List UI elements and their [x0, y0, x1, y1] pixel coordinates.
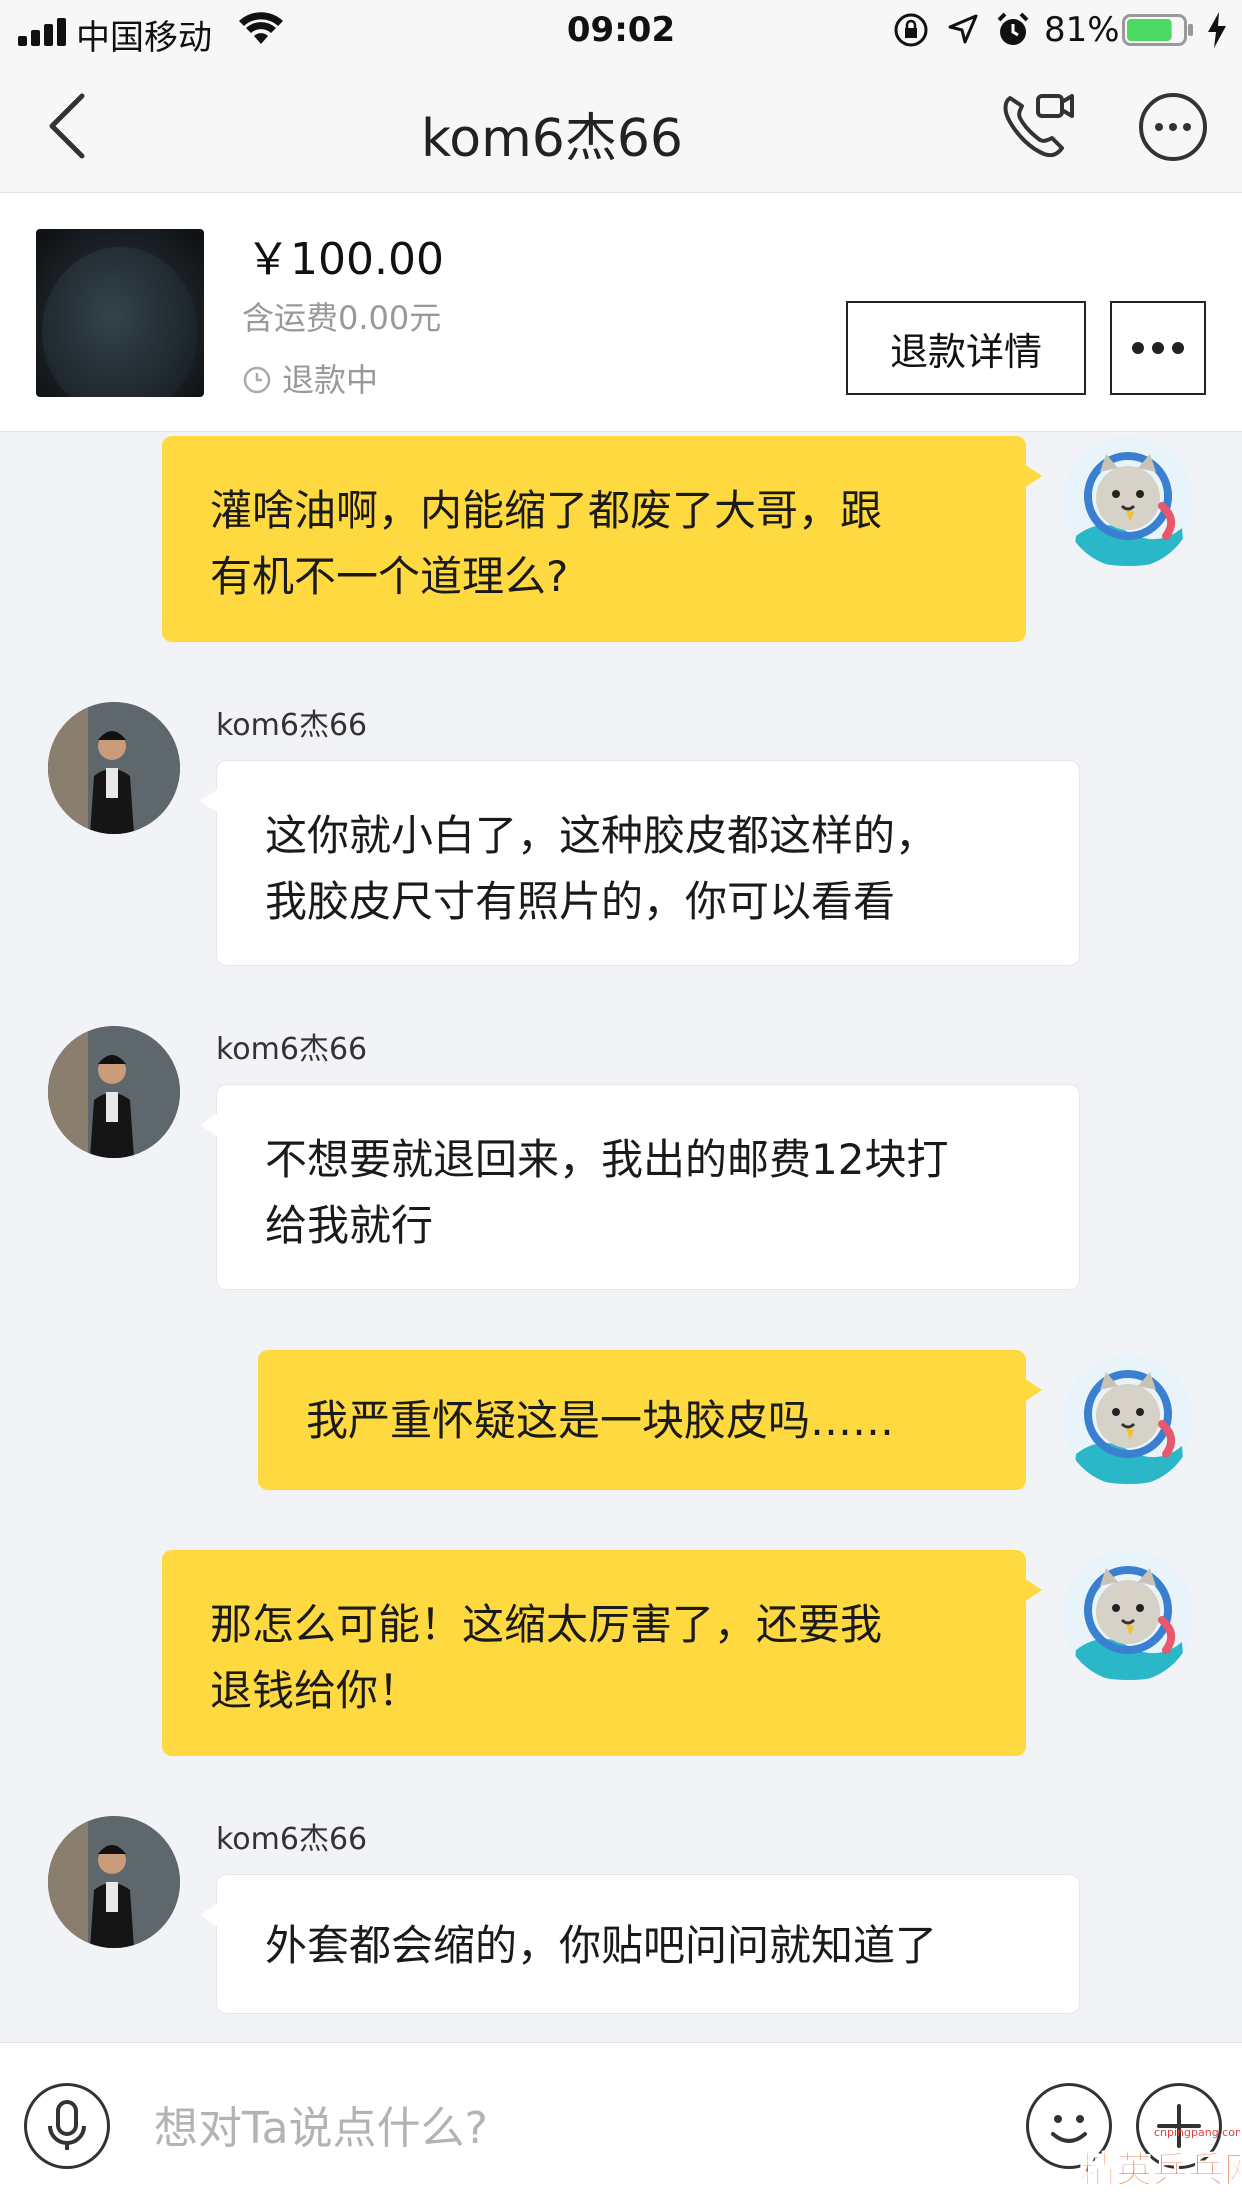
battery-percent: 81%	[1044, 10, 1120, 50]
chat-title: kom6杰66	[421, 109, 683, 169]
message-line: 不想要就退回来，我出的邮费12块打	[265, 1135, 949, 1184]
my-message-bubble[interactable]: 灌啥油啊，内能缩了都废了大哥，跟 有机不一个道理么?	[162, 436, 1042, 642]
message-line: 外套都会缩的，你贴吧问问就知道了	[265, 1921, 938, 1970]
refund-status: 退款中	[242, 355, 378, 401]
person-photo-icon	[48, 702, 180, 834]
message-line: 有机不一个道理么?	[210, 552, 569, 601]
more-dots-icon	[1132, 342, 1184, 354]
charging-bolt-icon	[1208, 12, 1226, 48]
message-input-bar	[0, 2042, 1242, 2208]
chat-header: kom6杰66	[0, 60, 1242, 192]
my-message-bubble[interactable]: 那怎么可能！这缩太厉害了，还要我 退钱给你！	[162, 1550, 1042, 1756]
my-message-bubble[interactable]: 我严重怀疑这是一块胶皮吗……	[258, 1350, 1042, 1490]
battery-icon	[1122, 14, 1193, 46]
message-line: 我严重怀疑这是一块胶皮吗……	[306, 1396, 895, 1445]
cat-avatar-icon	[1062, 436, 1194, 568]
contact-avatar[interactable]	[48, 702, 180, 834]
product-card[interactable]: ￥100.00 含运费0.00元 退款中 退款详情	[0, 192, 1242, 432]
message-line: 这你就小白了，这种胶皮都这样的，	[265, 811, 938, 860]
message-line: 退钱给你！	[210, 1666, 421, 1715]
site-watermark-logo: cnpingpang.com 精英乒乓网	[1080, 2126, 1241, 2192]
phone-video-call-icon[interactable]	[1000, 90, 1074, 160]
person-photo-icon	[48, 1026, 180, 1158]
alarm-clock-icon	[997, 12, 1029, 45]
cat-avatar-icon	[1062, 1550, 1194, 1682]
product-image[interactable]	[36, 229, 204, 397]
contact-avatar[interactable]	[48, 1026, 180, 1158]
watermark-text: 精英乒乓网	[1080, 2150, 1240, 2191]
refund-status-label: 退款中	[282, 361, 379, 399]
cat-avatar-icon	[1062, 1354, 1194, 1486]
my-avatar[interactable]	[1062, 1354, 1194, 1486]
message-line: 灌啥油啊，内能缩了都废了大哥，跟	[210, 486, 883, 535]
person-photo-icon	[48, 1816, 180, 1948]
contact-avatar[interactable]	[48, 1816, 180, 1948]
my-avatar[interactable]	[1062, 436, 1194, 568]
shipping-fee: 含运费0.00元	[242, 299, 442, 337]
refund-detail-button[interactable]: 退款详情	[846, 301, 1086, 395]
contact-message-bubble[interactable]: 不想要就退回来，我出的邮费12块打 给我就行	[200, 1084, 1080, 1290]
my-avatar[interactable]	[1062, 1550, 1194, 1682]
sender-name: kom6杰66	[216, 1822, 368, 1857]
contact-message-bubble[interactable]: 这你就小白了，这种胶皮都这样的， 我胶皮尺寸有照片的，你可以看看	[200, 760, 1080, 966]
more-options-icon[interactable]	[1138, 92, 1208, 162]
message-line: 那怎么可能！这缩太厉害了，还要我	[210, 1600, 883, 1649]
clock-icon	[243, 366, 271, 394]
product-more-button[interactable]	[1110, 301, 1206, 395]
message-line: 给我就行	[265, 1201, 434, 1250]
voice-input-button[interactable]	[24, 2083, 110, 2169]
rotation-lock-icon	[894, 13, 928, 47]
contact-message-bubble[interactable]: 外套都会缩的，你贴吧问问就知道了	[200, 1874, 1080, 2014]
sender-name: kom6杰66	[216, 1032, 368, 1067]
message-line: 我胶皮尺寸有照片的，你可以看看	[265, 877, 896, 926]
microphone-icon	[48, 2100, 86, 2150]
watermark-url: cnpingpang.com	[1154, 2126, 1240, 2139]
location-arrow-icon	[948, 14, 978, 44]
sender-name: kom6杰66	[216, 708, 368, 743]
status-bar: 中国移动 09:02 81%	[0, 0, 1242, 60]
product-price: ￥100.00	[246, 234, 444, 285]
message-input[interactable]	[154, 2093, 854, 2163]
